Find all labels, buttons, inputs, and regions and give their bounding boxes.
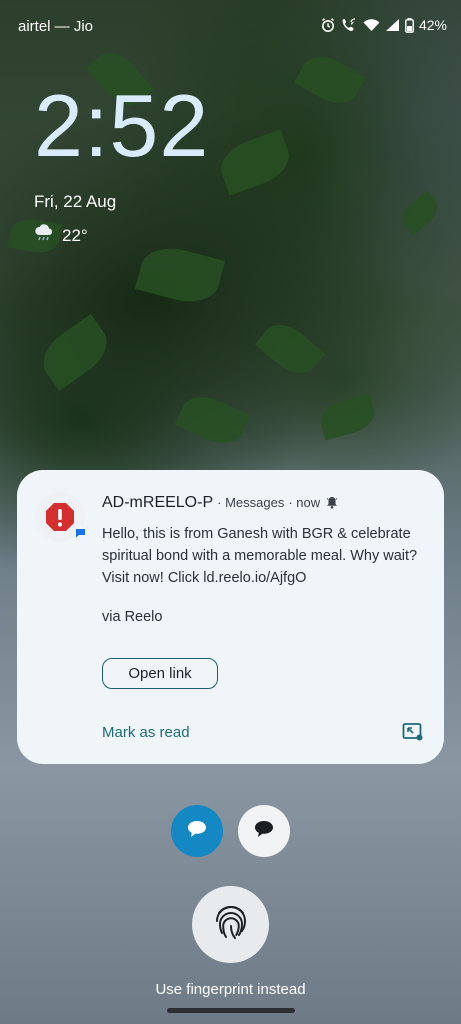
- status-bar: airtel — Jio 42%: [0, 0, 461, 54]
- notification-time: · now: [288, 495, 321, 510]
- weather-widget[interactable]: 22°: [34, 224, 88, 247]
- mark-as-read-button[interactable]: Mark as read: [102, 724, 190, 741]
- notification-app-name: · Messages: [217, 495, 285, 510]
- notification-via: via Reelo: [102, 609, 163, 625]
- bell-icon: [326, 496, 338, 514]
- messages-badge-icon: [73, 526, 87, 540]
- shortcut-left-button[interactable]: [171, 805, 223, 857]
- cloud-rain-icon: [34, 224, 54, 247]
- notification-header: AD-mREELO-P · Messages · now: [102, 494, 338, 512]
- chat-bubble-icon: [186, 819, 208, 844]
- fingerprint-button[interactable]: [192, 886, 269, 963]
- shortcut-right-button[interactable]: [238, 805, 290, 857]
- battery-icon: [405, 17, 414, 33]
- alarm-icon: [320, 17, 336, 33]
- notification-card[interactable]: AD-mREELO-P · Messages · now Hello, this…: [17, 470, 444, 764]
- wifi-icon: [363, 18, 380, 32]
- fingerprint-icon: [214, 903, 248, 946]
- notification-app-avatar: [35, 492, 87, 542]
- home-indicator[interactable]: [167, 1008, 295, 1013]
- open-link-button[interactable]: Open link: [102, 658, 218, 689]
- chat-bubble-icon: [253, 819, 275, 844]
- temperature: 22°: [62, 225, 88, 245]
- carrier-label: airtel — Jio: [18, 18, 94, 35]
- wifi-calling-icon: [341, 17, 358, 33]
- fingerprint-label: Use fingerprint instead: [155, 981, 306, 998]
- signal-icon: [385, 18, 400, 32]
- picture-in-picture-icon[interactable]: [402, 722, 424, 747]
- notification-sender: AD-mREELO-P: [102, 494, 214, 511]
- alert-octagon-icon: [44, 501, 76, 538]
- lockscreen-date[interactable]: Fri, 22 Aug: [34, 192, 116, 212]
- lockscreen-clock: 2:52: [34, 76, 210, 175]
- notification-message: Hello, this is from Ganesh with BGR & ce…: [102, 526, 418, 586]
- battery-percent: 42%: [418, 17, 447, 33]
